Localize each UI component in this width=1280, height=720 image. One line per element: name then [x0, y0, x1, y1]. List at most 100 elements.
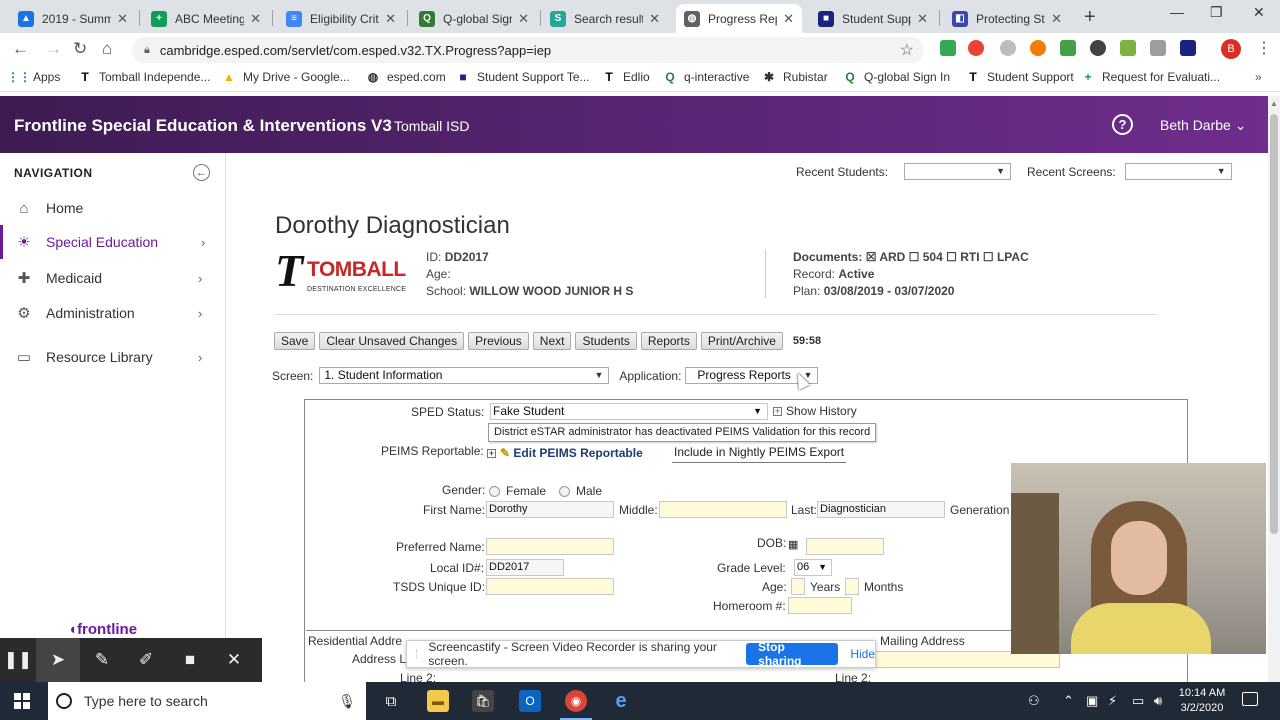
stop-sharing-button[interactable]: Stop sharing: [746, 640, 839, 668]
maximize-button[interactable]: ❐: [1210, 4, 1223, 21]
bookmark-item[interactable]: ✱ Rubistar: [762, 70, 828, 84]
home-button[interactable]: ⌂: [102, 39, 112, 59]
extension-sheets-icon[interactable]: [940, 40, 956, 56]
close-icon[interactable]: ✕: [212, 638, 256, 682]
cursor-icon[interactable]: ➤: [36, 638, 80, 682]
bookmark-item[interactable]: T Tomball Independe...: [78, 70, 210, 84]
back-button[interactable]: ←: [12, 39, 29, 59]
bookmark-item[interactable]: ⋮⋮ Apps: [7, 70, 60, 84]
sped-status-select[interactable]: Fake Student ▼: [490, 403, 768, 420]
new-tab-button[interactable]: +: [1084, 6, 1096, 29]
browser-tab[interactable]: ◧ Protecting Stu ✕: [944, 4, 1070, 33]
extension-help-icon[interactable]: [1000, 40, 1016, 56]
print-archive-button[interactable]: Print/Archive: [700, 332, 783, 350]
save-button[interactable]: Save: [274, 332, 316, 350]
recent-students-select[interactable]: ▼: [904, 163, 1012, 180]
help-icon[interactable]: ?: [1112, 114, 1133, 135]
calendar-icon[interactable]: ▦: [788, 538, 798, 551]
browser-tab[interactable]: ◍Progress Repo✕: [676, 4, 802, 33]
close-tab-icon[interactable]: ✕: [1051, 11, 1062, 27]
close-tab-icon[interactable]: ✕: [518, 11, 529, 27]
local-id-input[interactable]: DD2017: [486, 559, 564, 576]
store-icon[interactable]: 🛍︎: [472, 690, 494, 712]
extension-green-icon[interactable]: [1060, 40, 1076, 56]
preferred-name-input[interactable]: [486, 538, 614, 555]
dob-input[interactable]: [806, 538, 884, 555]
profile-avatar[interactable]: B: [1221, 39, 1241, 59]
people-icon[interactable]: ⚇: [1028, 693, 1040, 709]
grade-level-select[interactable]: 06 ▼: [794, 559, 832, 576]
show-history-toggle[interactable]: + Show History: [773, 404, 857, 418]
recent-screens-select[interactable]: ▼: [1124, 163, 1232, 180]
taskbar-clock[interactable]: 10:14 AM 3/2/2020: [1178, 686, 1226, 716]
reports-button[interactable]: Reports: [640, 332, 697, 350]
gender-male-option[interactable]: Male: [551, 484, 602, 498]
bookmark-item[interactable]: T Student Support: [966, 70, 1073, 84]
browser-tab[interactable]: + ABC Meeting ✕: [143, 4, 269, 33]
taskbar-search[interactable]: Type here to search 🎙︎: [48, 682, 366, 720]
forward-button[interactable]: →: [45, 39, 62, 59]
students-button[interactable]: Students: [575, 332, 637, 350]
next-button[interactable]: Next: [532, 332, 572, 350]
user-menu[interactable]: Beth Darbe ⌄: [1160, 117, 1246, 134]
extension-record-icon[interactable]: [968, 40, 984, 56]
bookmark-item[interactable]: ◍ esped.com: [366, 70, 446, 84]
reload-button[interactable]: ↻: [73, 39, 87, 59]
url-bar[interactable]: 🔒︎ cambridge.esped.com/servlet/com.esped…: [132, 37, 924, 63]
extension-grid-icon[interactable]: [1150, 40, 1166, 56]
close-tab-icon[interactable]: ✕: [117, 11, 128, 27]
sidebar-item-medicaid[interactable]: ✚ Medicaid ›: [0, 261, 225, 295]
tray-overflow-icon[interactable]: ⌃: [1063, 693, 1074, 709]
hide-button[interactable]: Hide: [850, 647, 875, 661]
volume-icon[interactable]: 🔊︎: [1154, 693, 1162, 709]
sidebar-item-administration[interactable]: ⚙ Administration ›: [0, 296, 225, 330]
browser-tab[interactable]: ≡ Eligibility Crite ✕: [278, 4, 404, 33]
female-radio[interactable]: [489, 486, 500, 498]
browser-tab[interactable]: ■ Student Supp ✕: [810, 4, 936, 33]
extension-blue-icon[interactable]: [1180, 40, 1196, 56]
first-name-input[interactable]: Dorothy: [486, 501, 614, 518]
bookmark-item[interactable]: ▲ My Drive - Google...: [222, 70, 350, 84]
camera-icon[interactable]: ■: [168, 638, 212, 682]
microphone-icon[interactable]: 🎙︎: [338, 693, 356, 710]
close-tab-icon[interactable]: ✕: [783, 11, 794, 27]
browser-menu-icon[interactable]: ⋮: [1256, 38, 1272, 58]
close-window-button[interactable]: ✕: [1253, 4, 1265, 21]
webcam-overlay[interactable]: [1011, 463, 1266, 654]
power-icon[interactable]: ⚡︎: [1108, 693, 1117, 709]
drag-handle-icon[interactable]: ⁞: [415, 647, 418, 661]
network-icon[interactable]: ▭: [1132, 693, 1144, 709]
page-scrollbar[interactable]: ▲: [1268, 96, 1280, 686]
minimize-button[interactable]: —: [1170, 4, 1184, 20]
highlighter-icon[interactable]: ✐: [124, 638, 168, 682]
pen-icon[interactable]: ✎: [80, 638, 124, 682]
clear-unsaved-changes-button[interactable]: Clear Unsaved Changes: [319, 332, 465, 350]
browser-tab[interactable]: Q Q-global Sign ✕: [411, 4, 537, 33]
bookmark-item[interactable]: + Request for Evaluati...: [1081, 70, 1220, 84]
middle-name-input[interactable]: [659, 501, 787, 518]
screen-select[interactable]: 1. Student Information ▼: [319, 367, 610, 384]
close-tab-icon[interactable]: ✕: [385, 11, 396, 27]
bookmark-item[interactable]: Q Q-global Sign In: [843, 70, 950, 84]
defender-icon[interactable]: ▣: [1086, 693, 1098, 709]
browser-tab[interactable]: S Search results ✕: [542, 4, 668, 33]
close-tab-icon[interactable]: ✕: [250, 11, 261, 27]
bookmark-item[interactable]: Qq-interactive: [663, 70, 749, 84]
windows-start-icon[interactable]: [14, 693, 30, 709]
internet-explorer-icon[interactable]: e: [610, 690, 632, 712]
pause-icon[interactable]: ❚❚: [0, 638, 36, 682]
extension-dark-icon[interactable]: [1090, 40, 1106, 56]
bookmark-item[interactable]: T Edlio: [602, 70, 649, 84]
previous-button[interactable]: Previous: [468, 332, 529, 350]
task-view-icon[interactable]: ⧉: [380, 690, 402, 712]
collapse-sidebar-icon[interactable]: ←: [193, 164, 210, 181]
close-tab-icon[interactable]: ✕: [649, 11, 660, 27]
edit-peims-button[interactable]: + ✎ Edit PEIMS Reportable: [487, 446, 643, 460]
gender-female-option[interactable]: Female: [481, 484, 546, 498]
chrome-icon[interactable]: ◉: [560, 690, 592, 720]
bookmarks-overflow-icon[interactable]: »: [1255, 70, 1262, 84]
age-months-input[interactable]: [845, 578, 859, 595]
browser-tab[interactable]: ▲2019 - Summe✕: [10, 4, 136, 33]
age-years-input[interactable]: [791, 578, 805, 595]
bookmark-star-icon[interactable]: ☆: [900, 40, 914, 60]
